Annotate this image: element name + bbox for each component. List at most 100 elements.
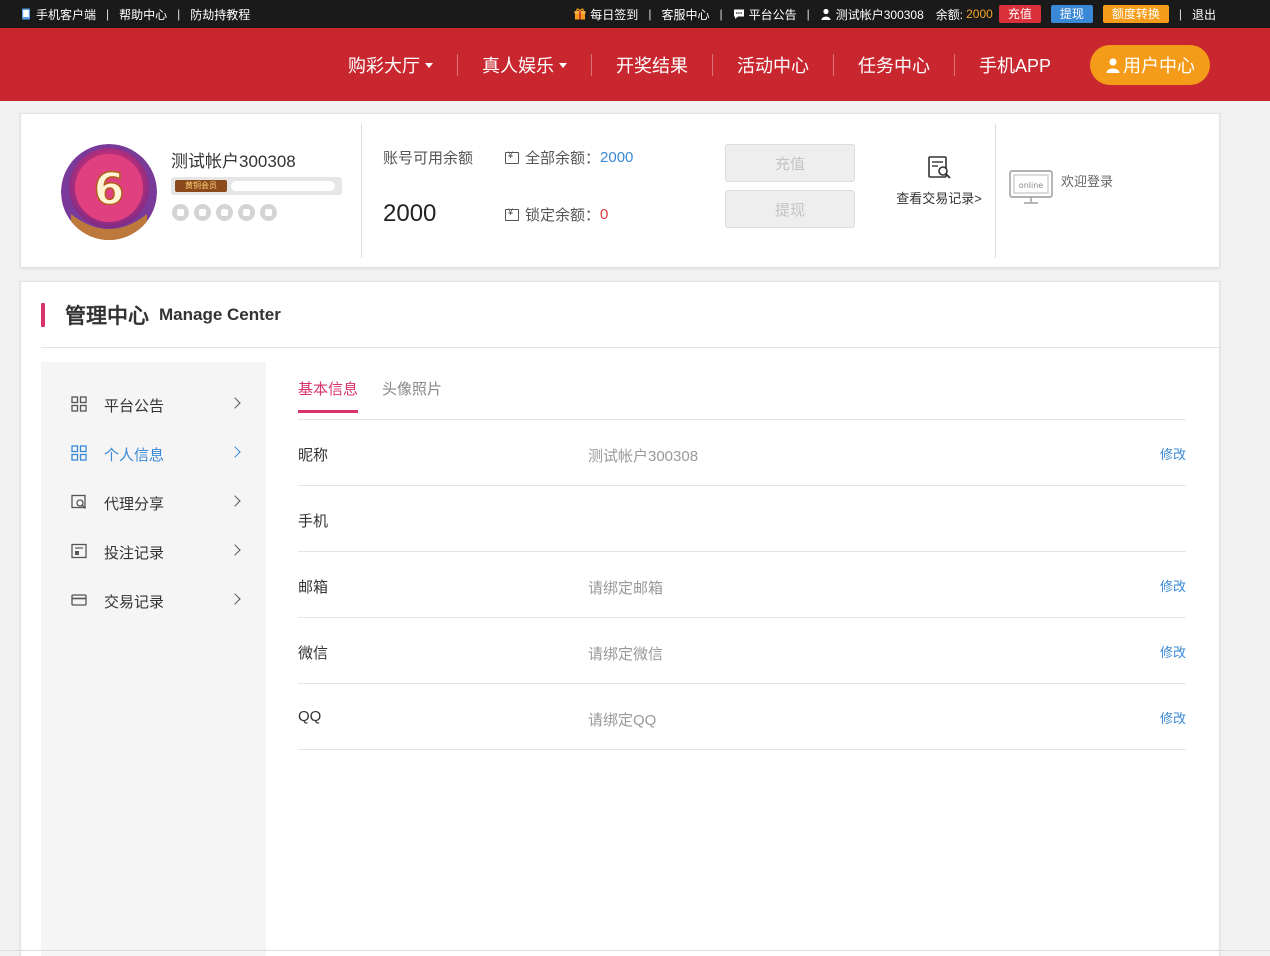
tabs: 基本信息 头像照片 <box>298 378 466 414</box>
locked-balance-label: 锁定余额： <box>525 207 601 224</box>
view-transactions-link[interactable]: 查看交易记录> <box>891 154 987 207</box>
sidebar-item-label: 平台公告 <box>104 398 165 415</box>
card-verify-icon[interactable] <box>238 204 255 221</box>
card-icon <box>71 594 87 606</box>
info-row-phone: 手机 <box>298 486 1186 552</box>
divider <box>995 124 996 258</box>
nav-item-activity-center[interactable]: 活动中心 <box>713 53 834 76</box>
daily-checkin-link[interactable]: 每日签到 <box>574 6 638 23</box>
nav-item-mobile-app[interactable]: 手机APP <box>955 54 1075 76</box>
panel-title-en: Manage Center <box>159 304 281 324</box>
separator: | <box>806 7 810 21</box>
grid-icon <box>71 445 87 461</box>
sidebar: 平台公告 个人信息 代理分享 投注记录 交易记录 <box>41 362 266 956</box>
avatar[interactable]: 6 <box>61 144 157 240</box>
user-icon <box>1106 58 1120 73</box>
chevron-right-icon <box>229 446 241 458</box>
sidebar-item-bet-records[interactable]: 投注记录 <box>41 536 266 566</box>
tab-basic-info[interactable]: 基本信息 <box>298 378 359 414</box>
nav-item-lottery-hall[interactable]: 购彩大厅 <box>324 53 458 76</box>
user-icon <box>821 8 831 20</box>
nav-item-label: 购彩大厅 <box>348 55 420 76</box>
row-label: QQ <box>298 708 322 725</box>
avatar-image: 6 <box>61 144 157 240</box>
transfer-button[interactable]: 额度转换 <box>1102 5 1169 23</box>
sidebar-item-transactions[interactable]: 交易记录 <box>41 585 266 615</box>
sidebar-item-label: 代理分享 <box>104 496 165 513</box>
sidebar-item-agent-share[interactable]: 代理分享 <box>41 487 266 517</box>
mobile-client-label: 手机客户端 <box>36 7 97 22</box>
qq-verify-icon[interactable] <box>260 204 277 221</box>
avatar-digit: 6 <box>94 164 125 215</box>
main-nav: 购彩大厅 真人娱乐 开奖结果 活动中心 任务中心 手机APP 用户中心 <box>0 28 1270 101</box>
account-info[interactable]: 测试帐户300308 <box>820 6 924 23</box>
user-center-button[interactable]: 用户中心 <box>1090 45 1210 85</box>
user-center-label: 用户中心 <box>1123 56 1195 76</box>
recharge-button[interactable]: 充值 <box>998 5 1041 23</box>
sidebar-item-label: 交易记录 <box>104 594 165 611</box>
locked-balance: 锁定余额： 0 <box>505 204 608 225</box>
bet-record-icon <box>71 543 87 559</box>
edit-wechat-link[interactable]: 修改 <box>1160 642 1186 661</box>
nav-item-label: 活动中心 <box>737 55 809 76</box>
row-label: 微信 <box>298 645 329 662</box>
share-icon <box>71 494 86 509</box>
top-bar-right: 每日签到 | 客服中心 | 平台公告 | 测试帐户300308 余额: 2000… <box>574 0 1216 28</box>
balance-label: 余额: <box>935 7 964 22</box>
welcome-text: 欢迎登录 <box>1061 174 1114 189</box>
announcement-link[interactable]: 平台公告 <box>733 6 797 23</box>
edit-qq-link[interactable]: 修改 <box>1160 708 1186 727</box>
profile-card: 6 测试帐户300308 黄铜会员 账号可用余额 2000 全部余额： 2000… <box>20 113 1220 268</box>
phone-verify-icon[interactable] <box>172 204 189 221</box>
profile-username: 测试帐户300308 <box>171 152 296 171</box>
info-row-wechat: 微信 请绑定微信 修改 <box>298 618 1186 684</box>
nav-item-live-casino[interactable]: 真人娱乐 <box>458 53 592 76</box>
nav-item-draw-results[interactable]: 开奖结果 <box>592 53 713 76</box>
edit-nickname-link[interactable]: 修改 <box>1160 444 1186 463</box>
top-bar: 手机客户端 | 帮助中心 | 防劫持教程 每日签到 | 客服中心 | 平台公告 … <box>0 0 1270 28</box>
sidebar-item-announcement[interactable]: 平台公告 <box>41 389 266 419</box>
online-status-icon: online <box>1009 170 1053 206</box>
panel-title-cn: 管理中心 <box>65 304 149 328</box>
chat-icon <box>733 9 744 19</box>
level-progress: 黄铜会员 <box>171 177 342 195</box>
help-center-link[interactable]: 帮助中心 <box>119 6 167 23</box>
row-value: 测试帐户300308 <box>588 448 699 465</box>
info-row-nickname: 昵称 测试帐户300308 修改 <box>298 420 1186 486</box>
chevron-right-icon <box>229 544 241 556</box>
withdraw-button[interactable]: 提现 <box>1050 5 1093 23</box>
customer-service-link[interactable]: 客服中心 <box>661 6 709 23</box>
top-bar-left: 手机客户端 | 帮助中心 | 防劫持教程 <box>20 0 250 28</box>
phone-icon <box>22 8 30 20</box>
wechat-verify-icon[interactable] <box>216 204 233 221</box>
row-value: 请绑定微信 <box>588 646 664 663</box>
email-verify-icon[interactable] <box>194 204 211 221</box>
separator: | <box>648 7 652 21</box>
profile-withdraw-button[interactable]: 提现 <box>725 190 855 228</box>
document-search-icon <box>928 156 951 179</box>
separator: | <box>719 7 723 21</box>
separator: | <box>177 7 181 21</box>
sidebar-item-label: 个人信息 <box>104 447 165 464</box>
nav-item-label: 手机APP <box>979 55 1052 76</box>
row-value: 请绑定QQ <box>588 712 657 729</box>
sidebar-item-label: 投注记录 <box>104 545 165 562</box>
nav-item-label: 任务中心 <box>858 55 930 76</box>
row-value: 请绑定邮箱 <box>588 580 664 597</box>
tab-avatar-photo[interactable]: 头像照片 <box>382 378 442 414</box>
anti-hijack-link[interactable]: 防劫持教程 <box>190 6 250 23</box>
logout-link[interactable]: 退出 <box>1192 6 1216 23</box>
total-balance: 全部余额： 2000 <box>505 147 633 168</box>
profile-recharge-button[interactable]: 充值 <box>725 144 855 182</box>
page-bottom-border <box>0 950 1270 951</box>
daily-checkin-label: 每日签到 <box>590 7 639 22</box>
sidebar-item-personal-info[interactable]: 个人信息 <box>41 438 266 468</box>
divider <box>41 347 1221 348</box>
row-label: 手机 <box>298 513 329 530</box>
available-balance-value: 2000 <box>383 200 437 227</box>
nav-item-task-center[interactable]: 任务中心 <box>834 53 955 76</box>
mobile-client-link[interactable]: 手机客户端 <box>20 6 96 23</box>
grid-icon <box>71 396 87 412</box>
balance-value: 2000 <box>966 7 993 21</box>
edit-email-link[interactable]: 修改 <box>1160 576 1186 595</box>
